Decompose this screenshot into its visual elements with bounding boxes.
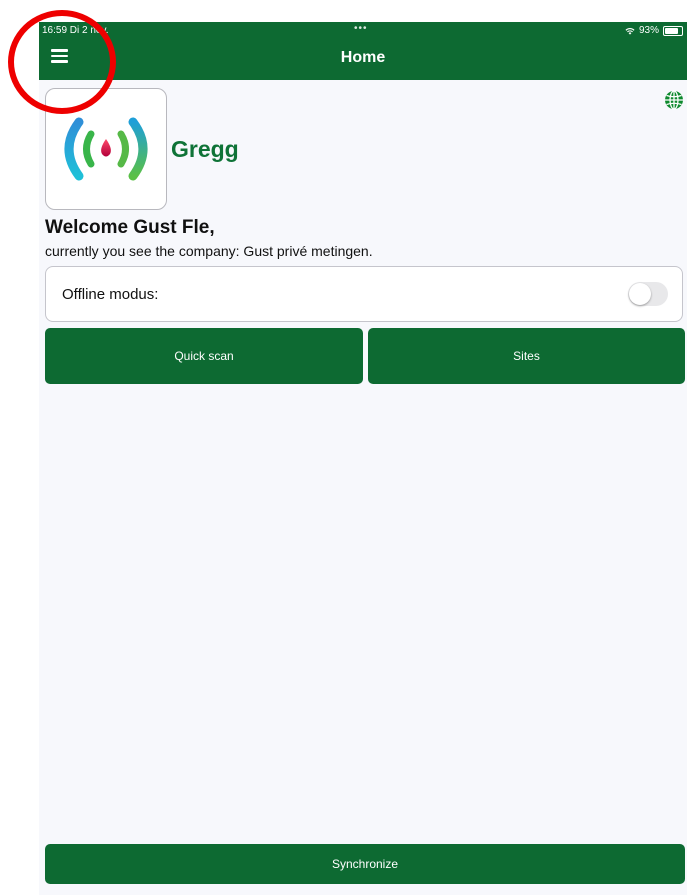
wifi-icon [625, 27, 635, 35]
sites-button[interactable]: Sites [368, 328, 685, 384]
status-time: 16:59 Di 2 nov. [42, 25, 109, 36]
welcome-heading: Welcome Gust Fle, [45, 217, 215, 238]
company-logo [45, 88, 167, 210]
offline-mode-toggle[interactable] [628, 282, 668, 306]
toggle-knob [629, 283, 651, 305]
signal-waves-logo [64, 117, 148, 181]
battery-level [665, 27, 678, 34]
current-company-text: currently you see the company: Gust priv… [45, 243, 373, 259]
quick-scan-button[interactable]: Quick scan [45, 328, 363, 384]
app-screen: 16:59 Di 2 nov. ••• 93% Home Gregg Welco… [39, 22, 687, 895]
multitask-dots[interactable]: ••• [354, 23, 368, 34]
battery-icon [663, 25, 683, 36]
status-indicators: 93% [625, 25, 683, 36]
header-bar: 16:59 Di 2 nov. ••• 93% Home [39, 22, 687, 80]
battery-percent: 93% [638, 25, 659, 36]
offline-mode-label: Offline modus: [62, 286, 159, 303]
globe-icon[interactable] [664, 90, 684, 110]
company-name: Gregg [171, 136, 239, 162]
offline-mode-card: Offline modus: [45, 266, 683, 322]
synchronize-button[interactable]: Synchronize [45, 844, 685, 884]
page-title: Home [340, 49, 386, 66]
